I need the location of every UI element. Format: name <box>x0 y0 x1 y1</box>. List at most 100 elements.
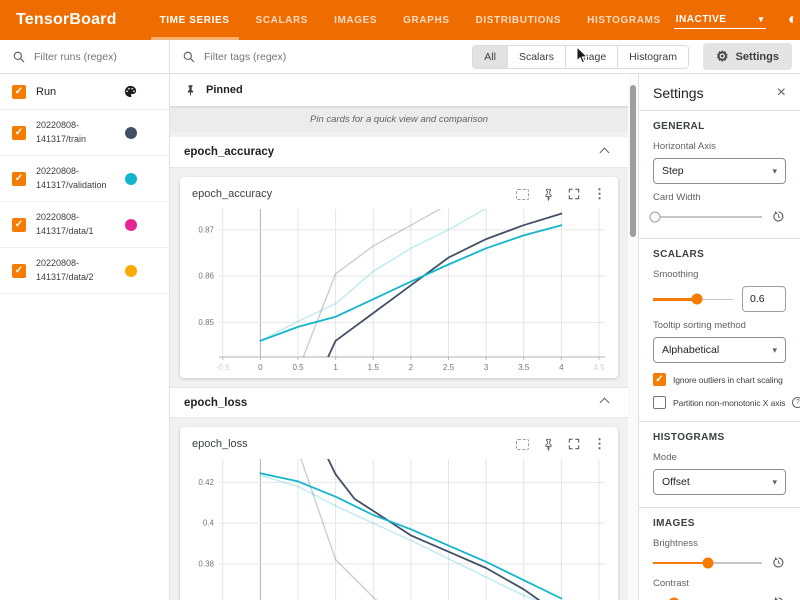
chevron-down-icon: ▾ <box>759 14 764 25</box>
section-header-epoch-accuracy[interactable]: epoch_accuracy <box>170 137 628 168</box>
tag-type-filter-group: All Scalars Image Histogram <box>472 45 689 69</box>
close-icon[interactable]: × <box>777 85 786 101</box>
tooltip-sorting-select[interactable]: Alphabetical ▾ <box>653 337 786 363</box>
reload-status-dropdown[interactable]: INACTIVE ▾ <box>674 11 766 29</box>
settings-panel: Settings × GENERAL Horizontal Axis Step … <box>638 74 800 600</box>
slider-knob[interactable] <box>650 211 661 222</box>
settings-button[interactable]: ⚙ Settings <box>703 43 792 70</box>
pinned-title: Pinned <box>206 84 243 96</box>
general-heading: GENERAL <box>653 121 786 132</box>
run-color-dot <box>125 127 137 139</box>
chevron-up-icon[interactable] <box>600 147 610 157</box>
slider-knob[interactable] <box>692 294 703 305</box>
reset-icon[interactable] <box>771 595 786 600</box>
run-row-data-2[interactable]: ✓ 20220808-141317/data/2 <box>0 248 169 294</box>
brightness-slider[interactable] <box>653 556 762 570</box>
filter-all-button[interactable]: All <box>473 46 507 68</box>
run-name: 20220808-141317/data/2 <box>36 257 125 283</box>
run-checkbox[interactable]: ✓ <box>12 218 26 232</box>
app-header: TensorBoard TIME SERIES SCALARS IMAGES G… <box>0 0 800 40</box>
reset-icon[interactable] <box>771 209 786 224</box>
settings-section-general: GENERAL Horizontal Axis Step ▾ Card Widt… <box>639 111 800 239</box>
app-title: TensorBoard <box>16 11 117 29</box>
slider-knob[interactable] <box>702 557 713 568</box>
smoothing-slider[interactable] <box>653 292 733 306</box>
run-color-dot <box>125 173 137 185</box>
chevron-up-icon[interactable] <box>600 398 610 408</box>
pinned-section-header: Pinned <box>170 74 628 106</box>
select-all-runs-checkbox[interactable]: ✓ <box>12 85 26 99</box>
run-checkbox[interactable]: ✓ <box>12 264 26 278</box>
card-header: epoch_loss ⋮ <box>180 427 618 456</box>
header-actions: INACTIVE ▾ ◐ ↻ ⚙ ? <box>674 11 800 29</box>
scrollbar-thumb[interactable] <box>630 85 636 237</box>
tab-images[interactable]: IMAGES <box>321 0 390 40</box>
chevron-down-icon: ▾ <box>772 166 777 177</box>
epoch-accuracy-chart[interactable]: -0.500.511.522.533.544.50.850.860.87 <box>180 206 618 378</box>
runs-filter-input[interactable] <box>34 51 157 63</box>
svg-text:0: 0 <box>258 363 263 372</box>
ignore-outliers-checkbox[interactable]: ✓ <box>653 373 666 386</box>
fit-domain-icon[interactable] <box>516 189 529 200</box>
run-checkbox[interactable]: ✓ <box>12 126 26 140</box>
tab-label: SCALARS <box>256 15 309 26</box>
fit-domain-icon[interactable] <box>516 439 529 450</box>
filter-histogram-button[interactable]: Histogram <box>617 46 688 68</box>
partition-x-axis-checkbox[interactable]: ✓ <box>653 396 666 409</box>
contrast-slider[interactable] <box>653 596 762 600</box>
status-value: INACTIVE <box>676 14 727 25</box>
svg-text:-0.5: -0.5 <box>216 363 230 372</box>
runs-column-title: Run <box>36 86 123 98</box>
help-icon[interactable]: ? <box>792 397 800 408</box>
vertical-scrollbar[interactable] <box>628 74 638 600</box>
more-menu-icon[interactable]: ⋮ <box>593 186 606 202</box>
svg-text:1.5: 1.5 <box>368 363 380 372</box>
search-icon <box>182 50 196 64</box>
search-icon <box>12 50 26 64</box>
epoch-loss-chart[interactable]: 0.360.380.40.42 <box>180 456 618 600</box>
pin-outline-icon[interactable] <box>542 438 555 451</box>
settings-section-scalars: SCALARS Smoothing Tooltip sorting method… <box>639 239 800 422</box>
more-menu-icon[interactable]: ⋮ <box>593 436 606 452</box>
smoothing-label: Smoothing <box>653 269 786 280</box>
svg-text:3.5: 3.5 <box>518 363 530 372</box>
pin-outline-icon[interactable] <box>542 188 555 201</box>
run-row-data-1[interactable]: ✓ 20220808-141317/data/1 <box>0 202 169 248</box>
section-header-epoch-loss[interactable]: epoch_loss <box>170 387 628 418</box>
tags-filter-input[interactable] <box>204 51 384 63</box>
svg-text:2.5: 2.5 <box>443 363 455 372</box>
active-tab-indicator <box>151 37 239 40</box>
smoothing-value-input[interactable] <box>742 286 786 312</box>
epoch-loss-card: epoch_loss ⋮ 0.360.380.40.42 <box>180 427 618 600</box>
tab-time-series[interactable]: TIME SERIES <box>147 0 243 40</box>
svg-text:0.42: 0.42 <box>198 478 214 487</box>
horizontal-axis-select[interactable]: Step ▾ <box>653 158 786 184</box>
run-checkbox[interactable]: ✓ <box>12 172 26 186</box>
svg-text:0.38: 0.38 <box>198 559 214 568</box>
fullscreen-icon[interactable] <box>568 438 580 450</box>
gear-icon: ⚙ <box>716 48 729 65</box>
svg-text:0.4: 0.4 <box>203 519 215 528</box>
run-row-validation[interactable]: ✓ 20220808-141317/validation <box>0 156 169 202</box>
tab-distributions[interactable]: DISTRIBUTIONS <box>463 0 575 40</box>
settings-section-histograms: HISTOGRAMS Mode Offset ▾ <box>639 422 800 508</box>
reset-icon[interactable] <box>771 555 786 570</box>
tab-histograms[interactable]: HISTOGRAMS <box>574 0 674 40</box>
tab-scalars[interactable]: SCALARS <box>243 0 322 40</box>
mode-label: Mode <box>653 452 786 463</box>
card-width-slider[interactable] <box>653 210 762 224</box>
section-title: epoch_accuracy <box>184 146 601 158</box>
theme-toggle-icon[interactable]: ◐ <box>784 11 800 29</box>
palette-icon[interactable] <box>123 84 138 99</box>
svg-text:4: 4 <box>559 363 564 372</box>
histogram-mode-select[interactable]: Offset ▾ <box>653 469 786 495</box>
pin-icon <box>184 84 197 97</box>
chevron-down-icon: ▾ <box>772 345 777 356</box>
fullscreen-icon[interactable] <box>568 188 580 200</box>
filter-scalars-button[interactable]: Scalars <box>507 46 565 68</box>
svg-text:3: 3 <box>484 363 489 372</box>
tab-graphs[interactable]: GRAPHS <box>390 0 462 40</box>
run-row-train[interactable]: ✓ 20220808-141317/train <box>0 110 169 156</box>
filter-image-button[interactable]: Image <box>565 46 617 68</box>
tab-label: DISTRIBUTIONS <box>476 15 562 26</box>
